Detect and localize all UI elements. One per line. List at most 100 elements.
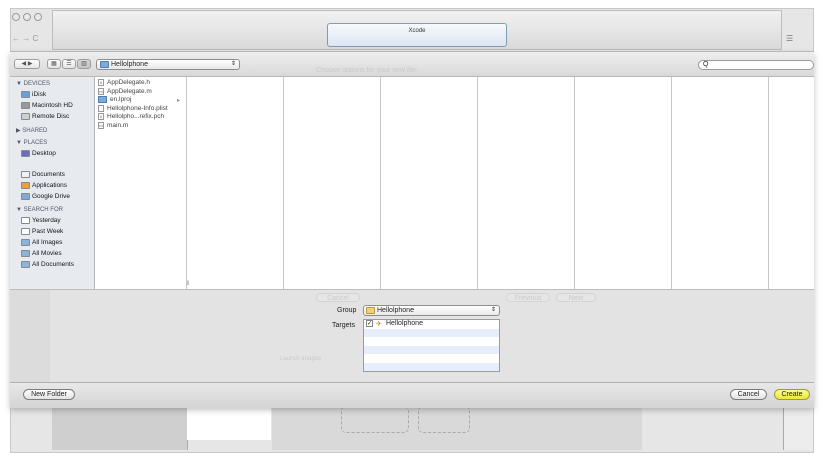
sidebar-item[interactable]: Macintosh HD: [21, 102, 73, 109]
sidebar-item[interactable]: Applications: [21, 182, 67, 189]
target-checkbox[interactable]: ✓: [366, 320, 373, 327]
google-drive-icon: [21, 193, 30, 200]
sidebar-item-label: All Movies: [32, 250, 62, 258]
file-column-1: h AppDelegate.h m AppDelegate.m en.lproj ▸ Hel…: [95, 77, 187, 289]
file-column-8: [769, 77, 814, 289]
targets-list[interactable]: ✓ ✈ Hellolphone: [363, 319, 500, 372]
file-name: en.lproj: [110, 96, 132, 104]
targets-label: Targets: [332, 322, 355, 329]
cancel-button[interactable]: Cancel: [730, 389, 767, 400]
sidebar-section-header[interactable]: ▼ DEVICES: [16, 81, 50, 87]
location-label: Hellolphone: [111, 61, 148, 68]
list-view-button[interactable]: ☰: [62, 59, 76, 69]
sheet-toolbar: ◀ ▶ ▦ ☰ ▥ Hellolphone ⇕ Choose options f…: [10, 52, 814, 77]
sidebar-item[interactable]: All Images: [21, 239, 62, 246]
file-item[interactable]: en.lproj ▸: [98, 96, 180, 104]
chevron-right-icon: ▸: [177, 97, 181, 104]
file-column-7: [672, 77, 769, 289]
location-popup[interactable]: Hellolphone ⇕: [96, 59, 240, 70]
background-panel-left: [52, 406, 188, 450]
documents-icon: [21, 171, 30, 178]
background-panel-white: [187, 406, 271, 440]
hard-drive-icon: [21, 102, 30, 109]
ghost-cancel-button: Cancel: [316, 293, 360, 302]
sidebar-item-label: iDisk: [32, 91, 47, 99]
sidebar-item-label: All Images: [32, 239, 63, 247]
ghost-next-button: Next: [556, 293, 596, 302]
folder-icon: [98, 96, 107, 103]
zoom-icon[interactable]: [34, 13, 42, 21]
sidebar-item[interactable]: Past Week: [21, 228, 63, 235]
sidebar-item-label: Documents: [32, 171, 65, 179]
image-well-2: [418, 406, 470, 433]
sidebar-item-label: Desktop: [32, 150, 56, 158]
file-column-2: [187, 77, 284, 289]
file-item[interactable]: Hellolphone-Info.plist: [98, 104, 168, 112]
sidebar-item[interactable]: Yesterday: [21, 217, 61, 224]
sidebar-section-header[interactable]: ▼ SEARCH FOR: [16, 207, 63, 213]
image-well-1: [341, 406, 409, 433]
idisk-icon: [21, 91, 30, 98]
sidebar-item-label: Past Week: [32, 228, 64, 236]
create-button[interactable]: Create: [774, 389, 810, 400]
new-folder-button[interactable]: New Folder: [23, 389, 75, 400]
forward-icon[interactable]: ▶: [28, 61, 33, 67]
close-icon[interactable]: [12, 13, 20, 21]
sidebar-item[interactable]: All Movies: [21, 250, 62, 257]
sidebar-item[interactable]: Remote Disc: [21, 113, 69, 120]
minimize-icon[interactable]: [23, 13, 31, 21]
background-menu-icon: ☰: [786, 34, 794, 43]
group-popup[interactable]: Hellolphone ⇕: [363, 305, 500, 316]
sidebar-item-label: Google Drive: [32, 193, 70, 201]
back-icon[interactable]: ◀: [22, 61, 27, 67]
empty-row: [364, 363, 499, 371]
file-item[interactable]: h Hellolpho...refix.pch: [98, 113, 164, 120]
xcode-title: Xcode: [327, 23, 507, 47]
background-nav-arrows-icon: ← → C: [12, 34, 39, 43]
file-column-6: [575, 77, 672, 289]
file-icon: h: [98, 113, 104, 120]
empty-row: [364, 329, 499, 337]
target-name: Hellolphone: [386, 320, 423, 327]
background-scrollbar: [783, 406, 813, 450]
file-name: Hellolpho...refix.pch: [107, 113, 165, 121]
search-icon: Q: [703, 61, 709, 68]
target-row[interactable]: ✓ ✈ Hellolphone: [364, 320, 499, 329]
folder-icon: [366, 307, 375, 314]
group-label: Group: [337, 307, 357, 314]
file-icon: [98, 104, 104, 112]
file-item[interactable]: m AppDelegate.m: [98, 87, 152, 95]
column-resize-handle[interactable]: ‖: [187, 281, 189, 287]
new-file-sheet: ◀ ▶ ▦ ☰ ▥ Hellolphone ⇕ Choose options f…: [10, 51, 814, 408]
file-name: AppDelegate.h: [107, 79, 151, 87]
sidebar-item[interactable]: Google Drive: [21, 193, 70, 200]
sidebar-item-label: Applications: [32, 182, 68, 190]
finder-sidebar: ▼ DEVICES iDisk Macintosh HD Remote Disc ▶ S…: [10, 77, 95, 289]
icon-view-button[interactable]: ▦: [47, 59, 61, 69]
file-item[interactable]: m main.m: [98, 121, 129, 129]
file-icon: m: [98, 121, 104, 129]
column-view-button[interactable]: ▥: [77, 59, 91, 69]
file-name: main.m: [107, 121, 129, 129]
updown-arrows-icon: ⇕: [490, 307, 496, 313]
clock-icon: [21, 217, 30, 224]
disc-icon: [21, 113, 30, 120]
file-item[interactable]: h AppDelegate.h: [98, 79, 150, 86]
smart-folder-icon: [21, 250, 30, 257]
smart-folder-icon: [21, 239, 30, 246]
sheet-bottom-bar: New Folder Cancel Create: [10, 382, 814, 408]
sidebar-item[interactable]: iDisk: [21, 91, 46, 98]
sidebar-item[interactable]: Documents: [21, 171, 65, 178]
sidebar-section-header[interactable]: ▶ SHARED: [16, 127, 47, 134]
sidebar-item[interactable]: All Documents: [21, 261, 74, 268]
back-forward-button[interactable]: ◀ ▶: [14, 59, 40, 69]
applications-icon: [21, 182, 30, 189]
background-prompt-text: Choose options for your new file:: [316, 67, 418, 74]
desktop-icon: [21, 150, 30, 157]
file-column-5: [478, 77, 575, 289]
file-name: AppDelegate.m: [107, 87, 152, 95]
search-input[interactable]: Q: [698, 60, 814, 70]
sidebar-item-label: Yesterday: [32, 217, 61, 225]
sidebar-item[interactable]: Desktop: [21, 150, 56, 157]
sidebar-section-header[interactable]: ▼ PLACES: [16, 140, 47, 146]
